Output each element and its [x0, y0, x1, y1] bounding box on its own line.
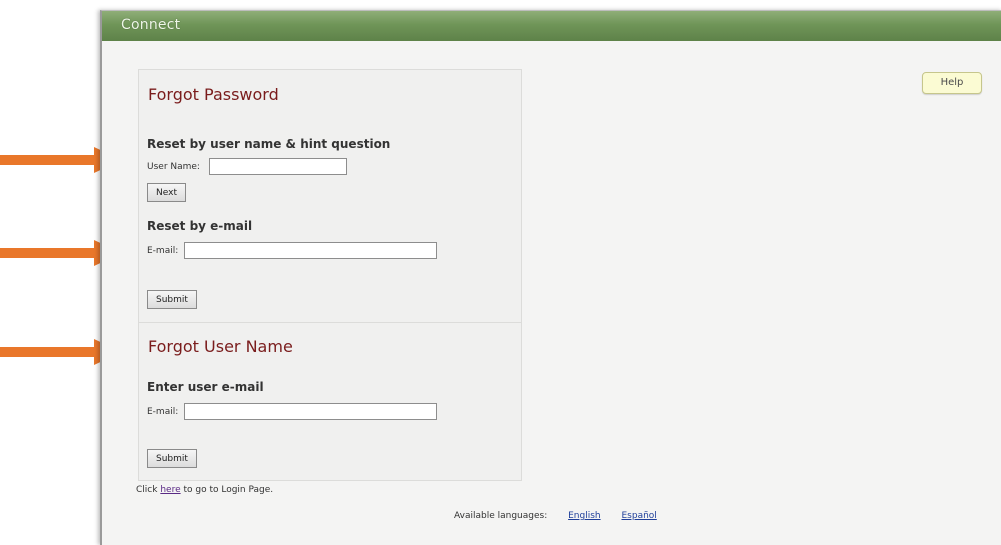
login-page-link[interactable]: here [160, 485, 180, 495]
enter-email-title: Enter user e-mail [147, 380, 264, 394]
login-link-note: Click here to go to Login Page. [136, 485, 274, 495]
email-label: E-mail: [147, 407, 179, 417]
email-label: E-mail: [147, 246, 179, 256]
username-submit-button[interactable]: Submit [147, 449, 197, 468]
help-button[interactable]: Help [922, 72, 982, 94]
title-bar: Connect [102, 11, 1001, 41]
reset-submit-button[interactable]: Submit [147, 290, 197, 309]
reset-email-input[interactable] [184, 242, 437, 259]
reset-by-email-title: Reset by e-mail [147, 219, 253, 233]
username-email-input[interactable] [184, 403, 437, 420]
username-label: User Name: [147, 162, 200, 172]
languages-label: Available languages: [454, 511, 548, 521]
reset-by-username-title: Reset by user name & hint question [147, 137, 391, 151]
forgot-username-panel: Forgot User Name Enter user e-mail E-mai… [138, 322, 522, 481]
username-input[interactable] [209, 158, 347, 175]
language-selector: Available languages: English Español [454, 511, 657, 521]
next-button[interactable]: Next [147, 183, 186, 202]
forgot-password-heading: Forgot Password [148, 85, 279, 104]
language-link-espanol[interactable]: Español [621, 511, 656, 521]
language-link-english[interactable]: English [568, 511, 601, 521]
forgot-password-panel: Forgot Password Reset by user name & hin… [138, 69, 522, 323]
app-logo: Connect [121, 17, 181, 33]
forgot-username-heading: Forgot User Name [148, 337, 293, 356]
app-window: Connect Help Forgot Password Reset by us… [100, 10, 1001, 545]
